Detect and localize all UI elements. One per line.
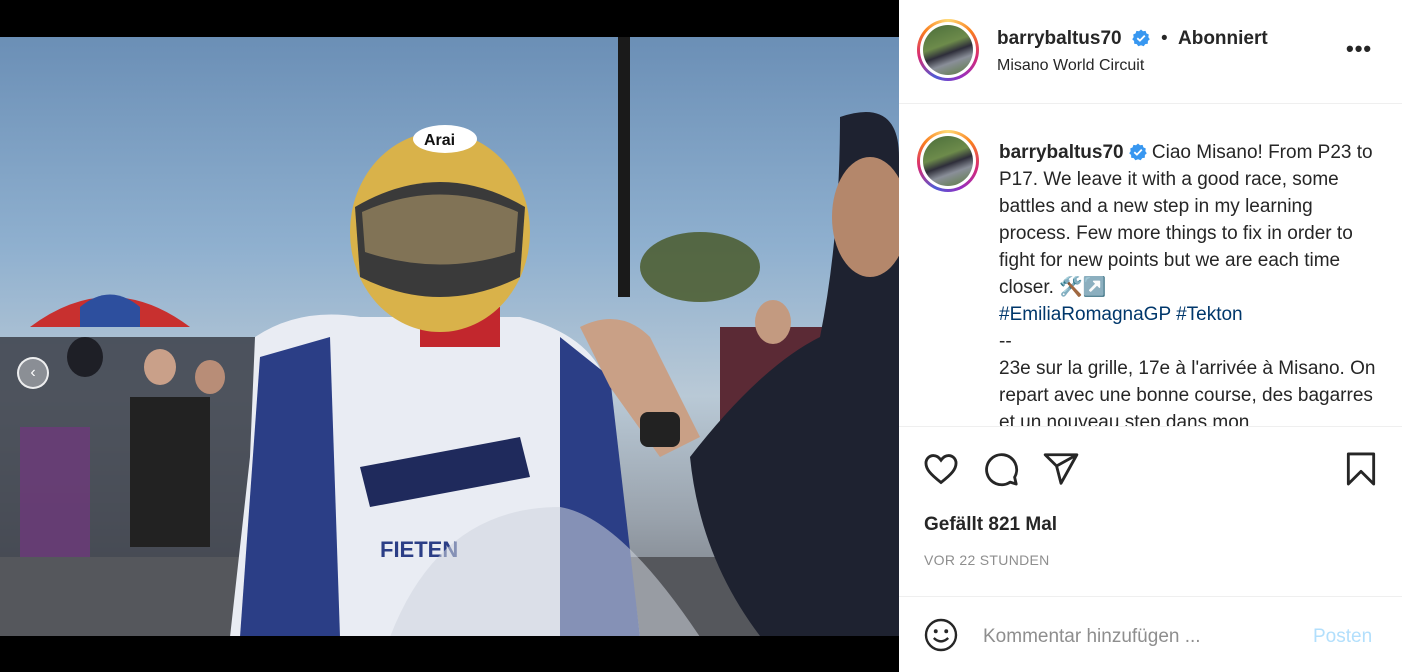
chevron-left-icon: ‹	[30, 364, 36, 381]
caption-avatar[interactable]	[917, 130, 979, 192]
post-header: barrybaltus70 • Abonniert Misano World C…	[899, 0, 1402, 104]
share-icon[interactable]	[1042, 450, 1080, 488]
heart-icon[interactable]	[922, 450, 960, 488]
post-sidebar: barrybaltus70 • Abonniert Misano World C…	[899, 0, 1402, 672]
caption-text: barrybaltus70 Ciao Misano! From P23 to P…	[999, 139, 1379, 427]
photo-illustration: FIETEN Arai	[0, 37, 899, 636]
follow-button[interactable]: Abonniert	[1178, 28, 1268, 50]
hashtag-link[interactable]: #Tekton	[1176, 304, 1243, 325]
verified-icon	[1132, 29, 1150, 47]
caption-username[interactable]: barrybaltus70	[999, 142, 1124, 163]
previous-image-button[interactable]: ‹	[17, 357, 49, 389]
avatar-image	[923, 136, 973, 186]
comment-input[interactable]	[983, 624, 1283, 650]
verified-icon	[1128, 143, 1147, 161]
username-link[interactable]: barrybaltus70	[997, 28, 1150, 50]
hashtag-link[interactable]: #EmiliaRomagnaGP	[999, 304, 1171, 325]
more-options-button[interactable]: •••	[1346, 36, 1372, 62]
location-link[interactable]: Misano World Circuit	[997, 57, 1144, 75]
post-comment-button[interactable]: Posten	[1313, 626, 1372, 648]
comment-bar: Posten	[899, 596, 1402, 672]
post-timestamp[interactable]: VOR 22 STUNDEN	[924, 552, 1050, 568]
post-photo[interactable]: FIETEN Arai ‹	[0, 37, 899, 636]
avatar[interactable]	[917, 19, 979, 81]
post-media: FIETEN Arai ‹	[0, 0, 899, 672]
avatar-image	[923, 25, 973, 75]
caption-section: barrybaltus70 Ciao Misano! From P23 to P…	[899, 105, 1402, 427]
svg-text:Arai: Arai	[424, 132, 455, 149]
caption-body: Ciao Misano! From P23 to P17. We leave i…	[999, 142, 1373, 298]
caption-body-continued: -- 23e sur la grille, 17e à l'arrivée à …	[999, 331, 1376, 427]
like-count[interactable]: Gefällt 821 Mal	[924, 514, 1057, 536]
emoji-icon[interactable]	[923, 617, 959, 653]
action-bar	[899, 428, 1402, 508]
comment-icon[interactable]	[982, 450, 1020, 488]
bookmark-icon[interactable]	[1342, 450, 1380, 488]
separator-dot: •	[1161, 28, 1168, 49]
